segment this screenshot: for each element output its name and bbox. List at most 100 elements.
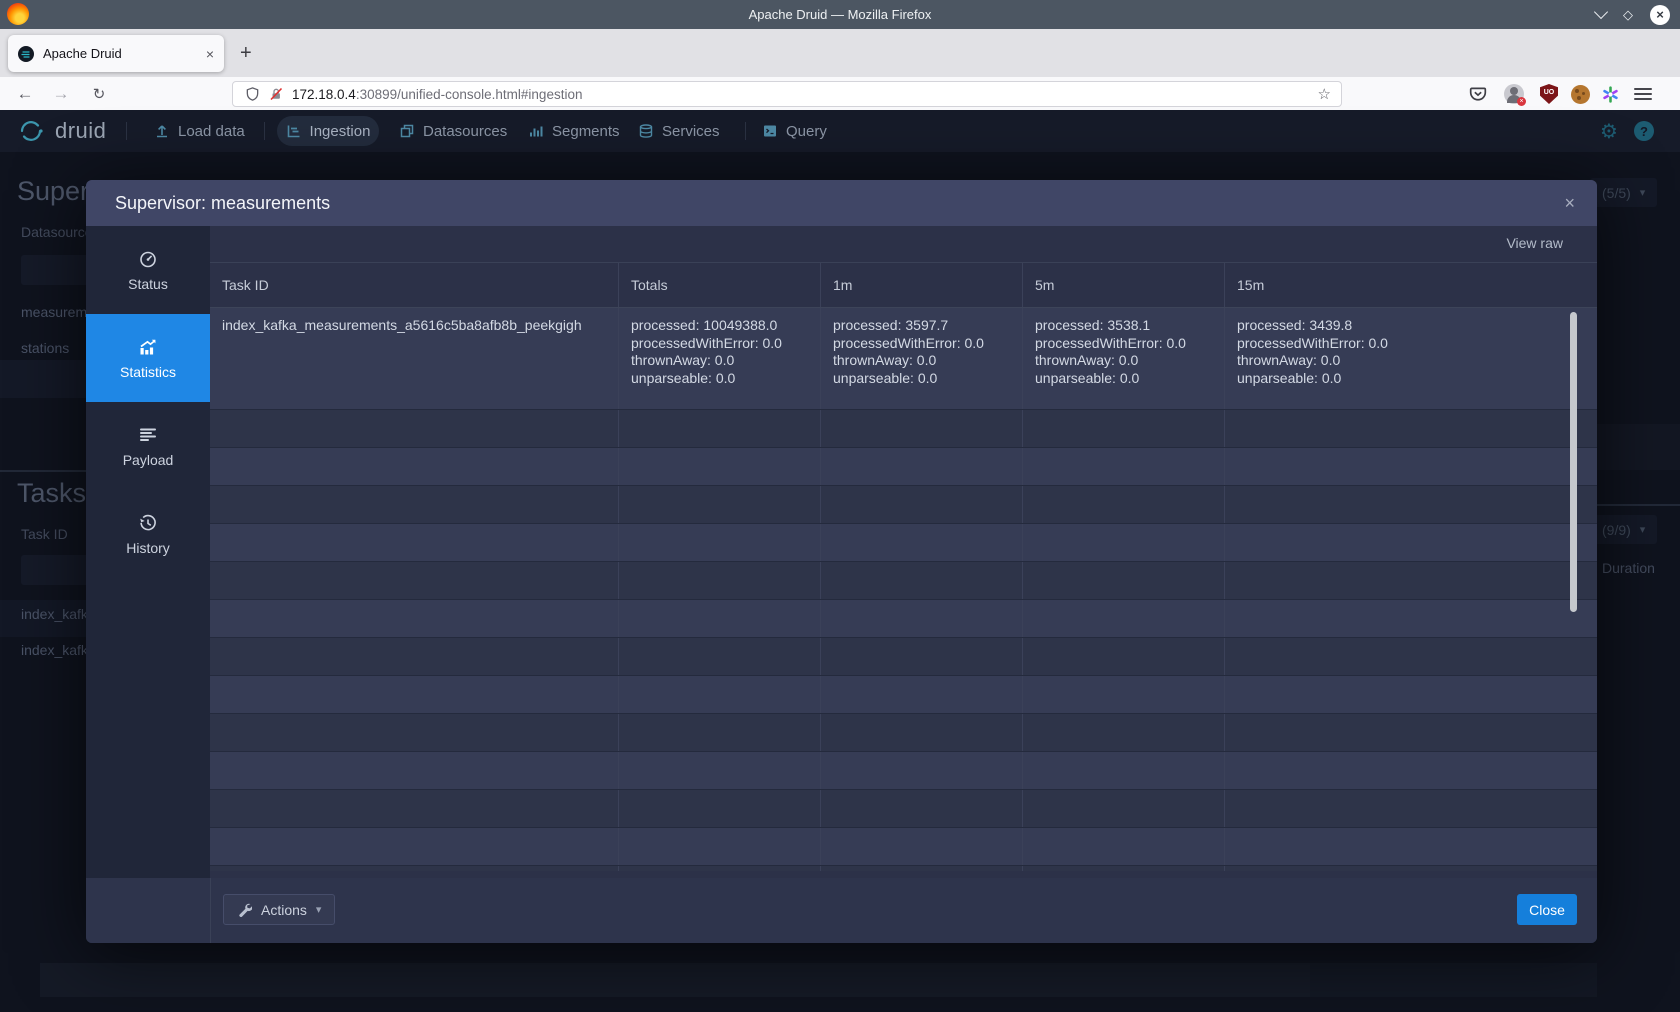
empty-cell <box>1022 410 1224 447</box>
window-maximize-button[interactable]: ◇ <box>1623 8 1633 21</box>
nav-item-ingestion[interactable]: Ingestion <box>277 116 379 146</box>
empty-cell <box>1224 524 1597 561</box>
supervisor-row[interactable]: stations <box>21 340 69 356</box>
cell-task-id: index_kafka_measurements_a5616c5ba8afb8b… <box>210 308 618 409</box>
tab-close-icon[interactable]: × <box>206 47 214 61</box>
load-data-icon <box>154 123 170 139</box>
empty-table-row <box>210 790 1597 828</box>
sidebar-item-label: History <box>126 540 170 556</box>
empty-cell <box>618 600 820 637</box>
empty-table-row <box>210 714 1597 752</box>
url-bar[interactable]: 172.18.0.4:30899/unified-console.html#in… <box>232 81 1342 107</box>
bookmark-star-icon[interactable]: ☆ <box>1318 85 1331 103</box>
supervisor-dialog: Supervisor: measurements × Status <box>86 180 1597 943</box>
sidebar-item-history[interactable]: History <box>86 490 210 578</box>
actions-button[interactable]: Actions ▾ <box>223 894 335 925</box>
supervisors-count-dropdown[interactable]: (5/5) ▾ <box>1590 178 1657 207</box>
url-text[interactable]: 172.18.0.4:30899/unified-console.html#in… <box>292 87 582 102</box>
supervisors-count: (5/5) <box>1602 185 1631 201</box>
tab-title: Apache Druid <box>43 46 206 61</box>
insecure-lock-icon[interactable] <box>268 86 284 102</box>
caret-down-icon: ▾ <box>1640 186 1646 199</box>
nav-separator <box>126 122 127 140</box>
shield-icon[interactable] <box>245 86 260 102</box>
empty-cell <box>820 600 1022 637</box>
cell-totals: processed: 10049388.0 processedWithError… <box>618 308 820 409</box>
druid-brand[interactable]: druid <box>16 110 106 152</box>
ublock-origin-icon[interactable]: UO <box>1537 82 1561 106</box>
pocket-icon[interactable] <box>1466 82 1490 106</box>
empty-cell <box>210 752 618 789</box>
empty-cell <box>820 828 1022 865</box>
nav-item-label: Datasources <box>423 123 507 140</box>
tab-favicon-druid-icon <box>18 46 34 62</box>
tasks-title: Tasks <box>17 478 86 509</box>
view-raw-link[interactable]: View raw <box>1506 235 1563 251</box>
empty-cell <box>210 486 618 523</box>
reload-button[interactable]: ↻ <box>86 77 112 110</box>
dialog-footer: Actions ▾ Close <box>86 878 1597 943</box>
asterisk-extension-icon[interactable] <box>1598 82 1622 106</box>
forward-button[interactable]: → <box>48 77 74 110</box>
empty-table-row <box>210 600 1597 638</box>
dialog-header: Supervisor: measurements × <box>86 180 1597 226</box>
screen: Apache Druid — Mozilla Firefox ◇ × Apach… <box>0 0 1680 1012</box>
nav-item-services[interactable]: Services <box>638 110 720 152</box>
empty-cell <box>210 866 618 871</box>
empty-cell <box>1022 790 1224 827</box>
empty-cell <box>1022 866 1224 871</box>
empty-table-row <box>210 410 1597 448</box>
empty-table-row <box>210 486 1597 524</box>
task-id-column-header: Task ID <box>21 526 68 542</box>
empty-cell <box>1224 600 1597 637</box>
statistics-table: Task ID Totals 1m 5m 15m index_kafka_mea… <box>210 262 1597 871</box>
window-minimize-button[interactable] <box>1594 5 1608 19</box>
cookie-extension-icon[interactable] <box>1568 82 1592 106</box>
empty-cell <box>618 790 820 827</box>
ingestion-icon <box>286 123 302 139</box>
nav-item-datasources[interactable]: Datasources <box>399 110 507 152</box>
browser-tab[interactable]: Apache Druid × <box>8 35 224 72</box>
window-close-button[interactable]: × <box>1650 5 1670 25</box>
empty-cell <box>210 562 618 599</box>
empty-table-row <box>210 866 1597 871</box>
empty-cell <box>1022 752 1224 789</box>
empty-cell <box>1022 562 1224 599</box>
align-left-icon <box>138 425 158 445</box>
row-stripe <box>0 360 86 398</box>
back-button[interactable]: ← <box>12 77 38 110</box>
tasks-count-dropdown[interactable]: (9/9) ▾ <box>1590 515 1657 544</box>
empty-cell <box>820 562 1022 599</box>
extension-profile-icon[interactable]: × <box>1502 82 1526 106</box>
settings-gear-icon[interactable]: ⚙ <box>1600 110 1618 152</box>
druid-navbar: druid Load data Ingestion Datasources <box>0 110 1680 152</box>
window-titlebar: Apache Druid — Mozilla Firefox ◇ × <box>0 0 1680 29</box>
hamburger-menu-icon[interactable] <box>1634 85 1652 103</box>
sidebar-item-payload[interactable]: Payload <box>86 402 210 490</box>
column-header-totals: Totals <box>618 263 820 307</box>
cell-15m: processed: 3439.8 processedWithError: 0.… <box>1224 308 1597 409</box>
nav-item-load-data[interactable]: Load data <box>154 110 245 152</box>
dialog-title: Supervisor: measurements <box>115 193 1564 214</box>
empty-table-row <box>210 524 1597 562</box>
dialog-close-icon[interactable]: × <box>1564 194 1575 212</box>
empty-table-row <box>210 828 1597 866</box>
sidebar-item-status[interactable]: Status <box>86 226 210 314</box>
empty-cell <box>1022 448 1224 485</box>
table-header-row: Task ID Totals 1m 5m 15m <box>210 263 1597 308</box>
nav-item-segments[interactable]: Segments <box>528 110 620 152</box>
table-scrollbar-thumb[interactable] <box>1570 312 1577 612</box>
cell-5m: processed: 3538.1 processedWithError: 0.… <box>1022 308 1224 409</box>
nav-item-query[interactable]: Query <box>762 110 827 152</box>
sidebar-item-statistics[interactable]: Statistics <box>86 314 210 402</box>
empty-cell <box>1022 486 1224 523</box>
empty-cell <box>618 866 820 871</box>
new-tab-button[interactable]: + <box>240 41 252 65</box>
close-button[interactable]: Close <box>1517 894 1577 925</box>
sidebar-item-label: Statistics <box>120 364 176 380</box>
help-icon[interactable]: ? <box>1634 121 1654 141</box>
empty-cell <box>820 866 1022 871</box>
empty-cell <box>1022 600 1224 637</box>
empty-cell <box>1224 448 1597 485</box>
row-stripe <box>40 963 1310 997</box>
